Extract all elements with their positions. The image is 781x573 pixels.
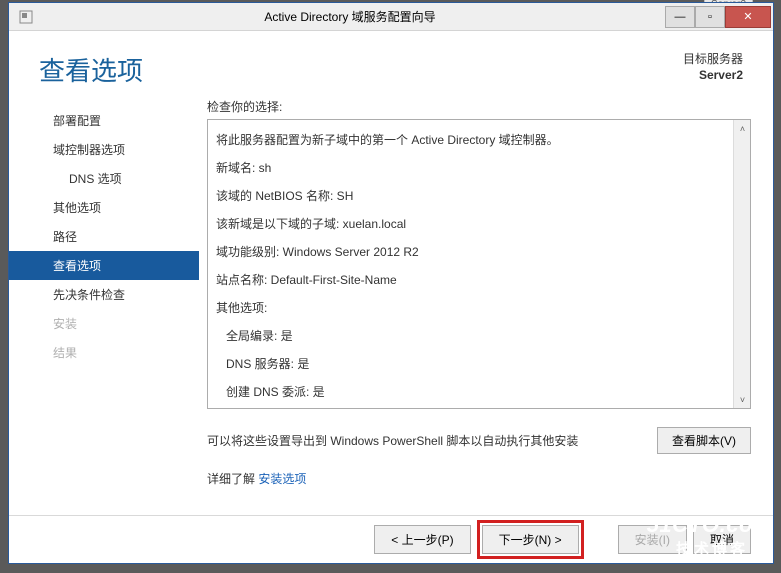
main-panel: 检查你的选择: 将此服务器配置为新子域中的第一个 Active Director… xyxy=(199,98,773,515)
review-text: 将此服务器配置为新子域中的第一个 Active Directory 域控制器。新… xyxy=(208,120,733,408)
sidebar-item-4[interactable]: 路径 xyxy=(9,222,199,251)
review-line: 站点名称: Default-First-Site-Name xyxy=(216,266,725,294)
scroll-up-arrow[interactable]: ˄ xyxy=(734,120,751,137)
scrollbar[interactable]: ˄ ˅ xyxy=(733,120,750,408)
sidebar-item-6[interactable]: 先决条件检查 xyxy=(9,280,199,309)
wizard-steps-sidebar: 部署配置域控制器选项DNS 选项其他选项路径查看选项先决条件检查安装结果 xyxy=(9,98,199,515)
sidebar-item-7: 安装 xyxy=(9,309,199,338)
page-title: 查看选项 xyxy=(39,51,143,88)
scroll-down-arrow[interactable]: ˅ xyxy=(734,391,751,408)
review-line: 该新域是以下域的子域: xuelan.local xyxy=(216,210,725,238)
watermark: 51CTO.com 技术博客Blog xyxy=(647,512,773,559)
review-line: 将此服务器配置为新子域中的第一个 Active Directory 域控制器。 xyxy=(216,126,725,154)
maximize-button[interactable]: ▫ xyxy=(695,6,725,28)
titlebar[interactable]: Active Directory 域服务配置向导 — ▫ ✕ xyxy=(9,3,773,31)
target-server-name: Server2 xyxy=(683,67,743,83)
watermark-blog: Blog xyxy=(751,545,773,557)
more-info-prefix: 详细了解 xyxy=(207,472,258,486)
sidebar-item-0[interactable]: 部署配置 xyxy=(9,106,199,135)
review-line: 域功能级别: Windows Server 2012 R2 xyxy=(216,238,725,266)
header-row: 查看选项 目标服务器 Server2 xyxy=(9,31,773,98)
sidebar-item-2[interactable]: DNS 选项 xyxy=(9,164,199,193)
export-row: 可以将这些设置导出到 Windows PowerShell 脚本以自动执行其他安… xyxy=(207,427,751,454)
content-area: 查看选项 目标服务器 Server2 部署配置域控制器选项DNS 选项其他选项路… xyxy=(9,31,773,563)
app-icon xyxy=(15,6,37,28)
window-controls: — ▫ ✕ xyxy=(665,6,771,28)
review-line-indented: 创建 DNS 委派: 是 xyxy=(216,378,725,406)
install-options-link[interactable]: 安装选项 xyxy=(258,472,306,486)
review-box: 将此服务器配置为新子域中的第一个 Active Directory 域控制器。新… xyxy=(207,119,751,409)
next-button[interactable]: 下一步(N) > xyxy=(482,525,579,554)
window-title: Active Directory 域服务配置向导 xyxy=(37,8,665,25)
sidebar-item-5[interactable]: 查看选项 xyxy=(9,251,199,280)
watermark-domain: 51CTO.com xyxy=(647,512,773,538)
review-line-indented: DNS 服务器: 是 xyxy=(216,350,725,378)
review-line: 该域的 NetBIOS 名称: SH xyxy=(216,182,725,210)
sidebar-item-8: 结果 xyxy=(9,338,199,367)
review-line-indented: 全局编录: 是 xyxy=(216,322,725,350)
view-script-button[interactable]: 查看脚本(V) xyxy=(657,427,751,454)
target-server-label: 目标服务器 xyxy=(683,51,743,67)
target-server-info: 目标服务器 Server2 xyxy=(683,51,743,83)
sidebar-item-3[interactable]: 其他选项 xyxy=(9,193,199,222)
watermark-text: 技术博客 xyxy=(676,541,748,558)
body-row: 部署配置域控制器选项DNS 选项其他选项路径查看选项先决条件检查安装结果 检查你… xyxy=(9,98,773,515)
wizard-window: Active Directory 域服务配置向导 — ▫ ✕ 查看选项 目标服务… xyxy=(8,2,774,564)
review-line: 新域名: sh xyxy=(216,154,725,182)
previous-button[interactable]: < 上一步(P) xyxy=(374,525,470,554)
next-highlight-box: 下一步(N) > xyxy=(477,520,584,559)
sidebar-item-1[interactable]: 域控制器选项 xyxy=(9,135,199,164)
review-line: 其他选项: xyxy=(216,294,725,322)
minimize-button[interactable]: — xyxy=(665,6,695,28)
review-label: 检查你的选择: xyxy=(207,98,751,115)
more-info-row: 详细了解 安装选项 xyxy=(207,470,751,487)
export-text: 可以将这些设置导出到 Windows PowerShell 脚本以自动执行其他安… xyxy=(207,432,657,449)
close-button[interactable]: ✕ xyxy=(725,6,771,28)
